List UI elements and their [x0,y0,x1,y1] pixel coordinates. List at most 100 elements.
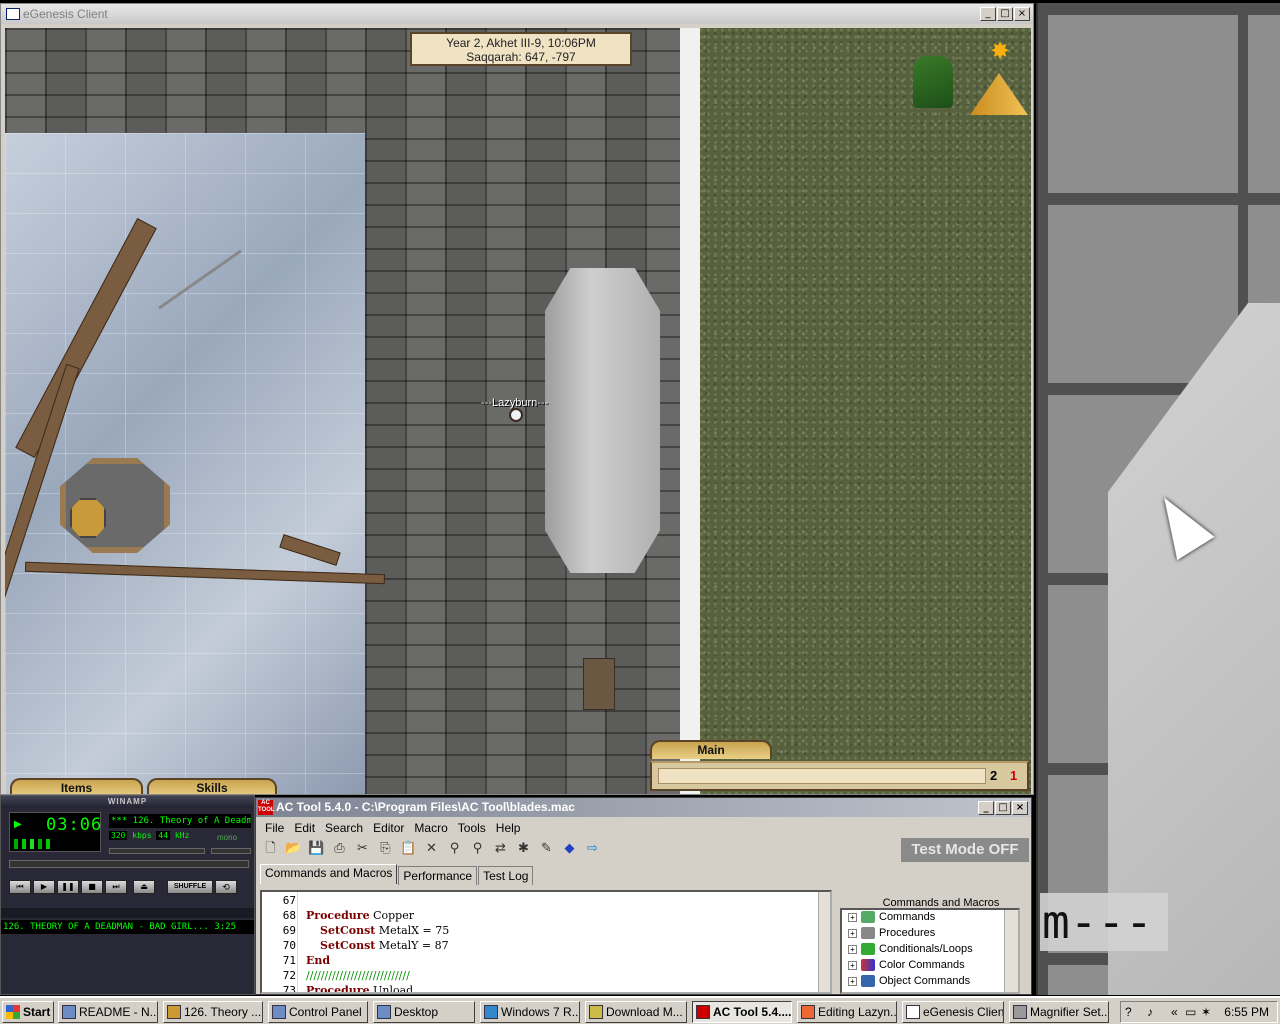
tree-item-commands[interactable]: + Commands [848,911,935,923]
wooden-crate[interactable] [583,658,615,710]
menu-help[interactable]: Help [491,819,526,837]
expand-icon[interactable]: + [848,976,857,986]
tree-item-conditionals[interactable]: + Conditionals/Loops [848,943,973,955]
volume-icon[interactable]: ♪ [1147,1002,1153,1022]
expand-icon[interactable]: + [848,912,857,922]
code-keyword: Procedure [306,984,370,994]
play-button[interactable]: ▶ [33,880,55,894]
pencil-icon[interactable]: ✎ [538,840,555,857]
shuffle-button[interactable]: SHUFFLE [167,880,213,894]
actool-title-bar[interactable]: AC TOOL AC Tool 5.4.0 - C:\Program Files\… [256,798,1031,817]
open-folder-icon[interactable]: 📂 [285,840,302,857]
task-label: AC Tool 5.4.... [713,1005,792,1019]
actool-title: AC Tool 5.4.0 - C:\Program Files\AC Tool… [276,800,575,814]
task-actool[interactable]: AC Tool 5.4.... [692,1001,792,1023]
task-magnifier[interactable]: Magnifier Set... [1009,1001,1109,1023]
grass-bundle-icon[interactable] [913,56,953,108]
maximize-button[interactable]: □ [995,801,1011,815]
expand-icon[interactable]: + [848,944,857,954]
stop-button[interactable]: ■ [81,880,103,894]
task-winamp[interactable]: 126. Theory ... [163,1001,263,1023]
actool-icon [696,1005,710,1019]
clock[interactable]: 6:55 PM [1224,1002,1269,1022]
menu-file[interactable]: File [260,819,289,837]
delete-icon[interactable]: ✕ [423,840,440,857]
tray-expand-icon[interactable]: « [1171,1002,1178,1022]
task-editing[interactable]: Editing Lazyn... [797,1001,897,1023]
stone-monument[interactable] [545,268,660,573]
menu-editor[interactable]: Editor [368,819,409,837]
editor-scrollbar[interactable] [818,892,830,992]
grass-field [700,28,1031,794]
menu-edit[interactable]: Edit [289,819,320,837]
find-next-icon[interactable]: ⚲ [469,840,486,857]
speaker-icon[interactable]: ✶ [1201,1002,1211,1022]
winamp-display: ▶ 03:06 [9,812,101,852]
test-mode-indicator[interactable]: Test Mode OFF [901,838,1029,862]
code-keyword: SetConst [320,924,376,937]
maximize-button[interactable]: □ [997,7,1013,21]
volume-slider[interactable] [109,848,205,854]
repeat-button[interactable]: ⟲ [215,880,237,894]
winamp-title-bar[interactable]: WINAMP [1,796,254,808]
task-windows7[interactable]: Windows 7 R... [480,1001,580,1023]
eq-strip[interactable] [1,908,254,918]
cut-icon[interactable]: ✂ [354,840,371,857]
minimize-button[interactable]: _ [978,801,994,815]
wizard-icon[interactable]: ✱ [515,840,532,857]
game-title-bar[interactable]: eGenesis Client _ □ × [1,4,1033,24]
pause-button[interactable]: ❚❚ [57,880,79,894]
tab-commands-and-macros[interactable]: Commands and Macros [260,864,398,884]
tab-test-log[interactable]: Test Log [478,866,534,885]
step-icon[interactable]: ⇨ [584,840,601,857]
new-file-icon[interactable]: 🗋 [262,840,279,857]
minimize-button[interactable]: _ [980,7,996,21]
tree-item-label: Conditionals/Loops [879,943,973,955]
firefox-icon [801,1005,815,1019]
task-control-panel[interactable]: Control Panel [268,1001,368,1023]
tab-skills[interactable]: Skills [147,778,277,794]
task-download[interactable]: Download M... [585,1001,687,1023]
next-button[interactable]: ⏭ [105,880,127,894]
expand-icon[interactable]: + [848,928,857,938]
task-desktop[interactable]: Desktop [373,1001,475,1023]
save-icon[interactable]: 💾 [308,840,325,857]
menu-search[interactable]: Search [320,819,368,837]
winamp-time[interactable]: 03:06 [46,815,102,835]
close-button[interactable]: × [1014,7,1030,21]
eject-button[interactable]: ⏏ [133,880,155,894]
copy-icon[interactable]: ⎘ [377,840,394,857]
menu-tools[interactable]: Tools [453,819,491,837]
expand-icon[interactable]: + [848,960,857,970]
tab-performance[interactable]: Performance [398,866,478,885]
start-button[interactable]: Start [2,1001,54,1023]
prev-button[interactable]: ⏮ [9,880,31,894]
replace-icon[interactable]: ⇄ [492,840,509,857]
game-viewport[interactable]: Year 2, Akhet III-9, 10:06PM Saqqarah: 6… [5,28,1031,794]
find-icon[interactable]: ⚲ [446,840,463,857]
paste-icon[interactable]: 📋 [400,840,417,857]
playlist-entry[interactable]: 126. THEORY OF A DEADMAN - BAD GIRL... 3… [1,920,254,934]
chat-input[interactable] [658,768,986,784]
help-icon[interactable]: ? [1125,1002,1132,1022]
tab-items[interactable]: Items [10,778,143,794]
tree-item-color-commands[interactable]: + Color Commands [848,959,965,971]
tree-item-procedures[interactable]: + Procedures [848,927,935,939]
player-avatar[interactable] [509,408,523,422]
balance-slider[interactable] [211,848,251,854]
actool-logo-icon: AC TOOL [258,800,275,815]
network-icon[interactable]: ▭ [1185,1002,1196,1022]
tree-item-object-commands[interactable]: + Object Commands [848,975,970,987]
tab-main-chat[interactable]: Main [650,740,772,759]
task-egenesis[interactable]: eGenesis Client [902,1001,1004,1023]
menu-macro[interactable]: Macro [409,819,452,837]
visualizer[interactable] [14,839,94,849]
task-readme[interactable]: README - N... [58,1001,158,1023]
commands-tree[interactable]: + Commands + Procedures + Conditionals/Loop… [840,908,1020,994]
print-icon[interactable]: ⎙ [331,840,348,857]
close-button[interactable]: × [1012,801,1028,815]
seek-bar[interactable] [9,860,249,868]
tree-scrollbar[interactable] [1004,910,1018,992]
code-editor[interactable]: 67 68 69 70 71 72 73 Procedure Copper Se… [260,890,832,994]
run-icon[interactable]: ◆ [561,840,578,857]
